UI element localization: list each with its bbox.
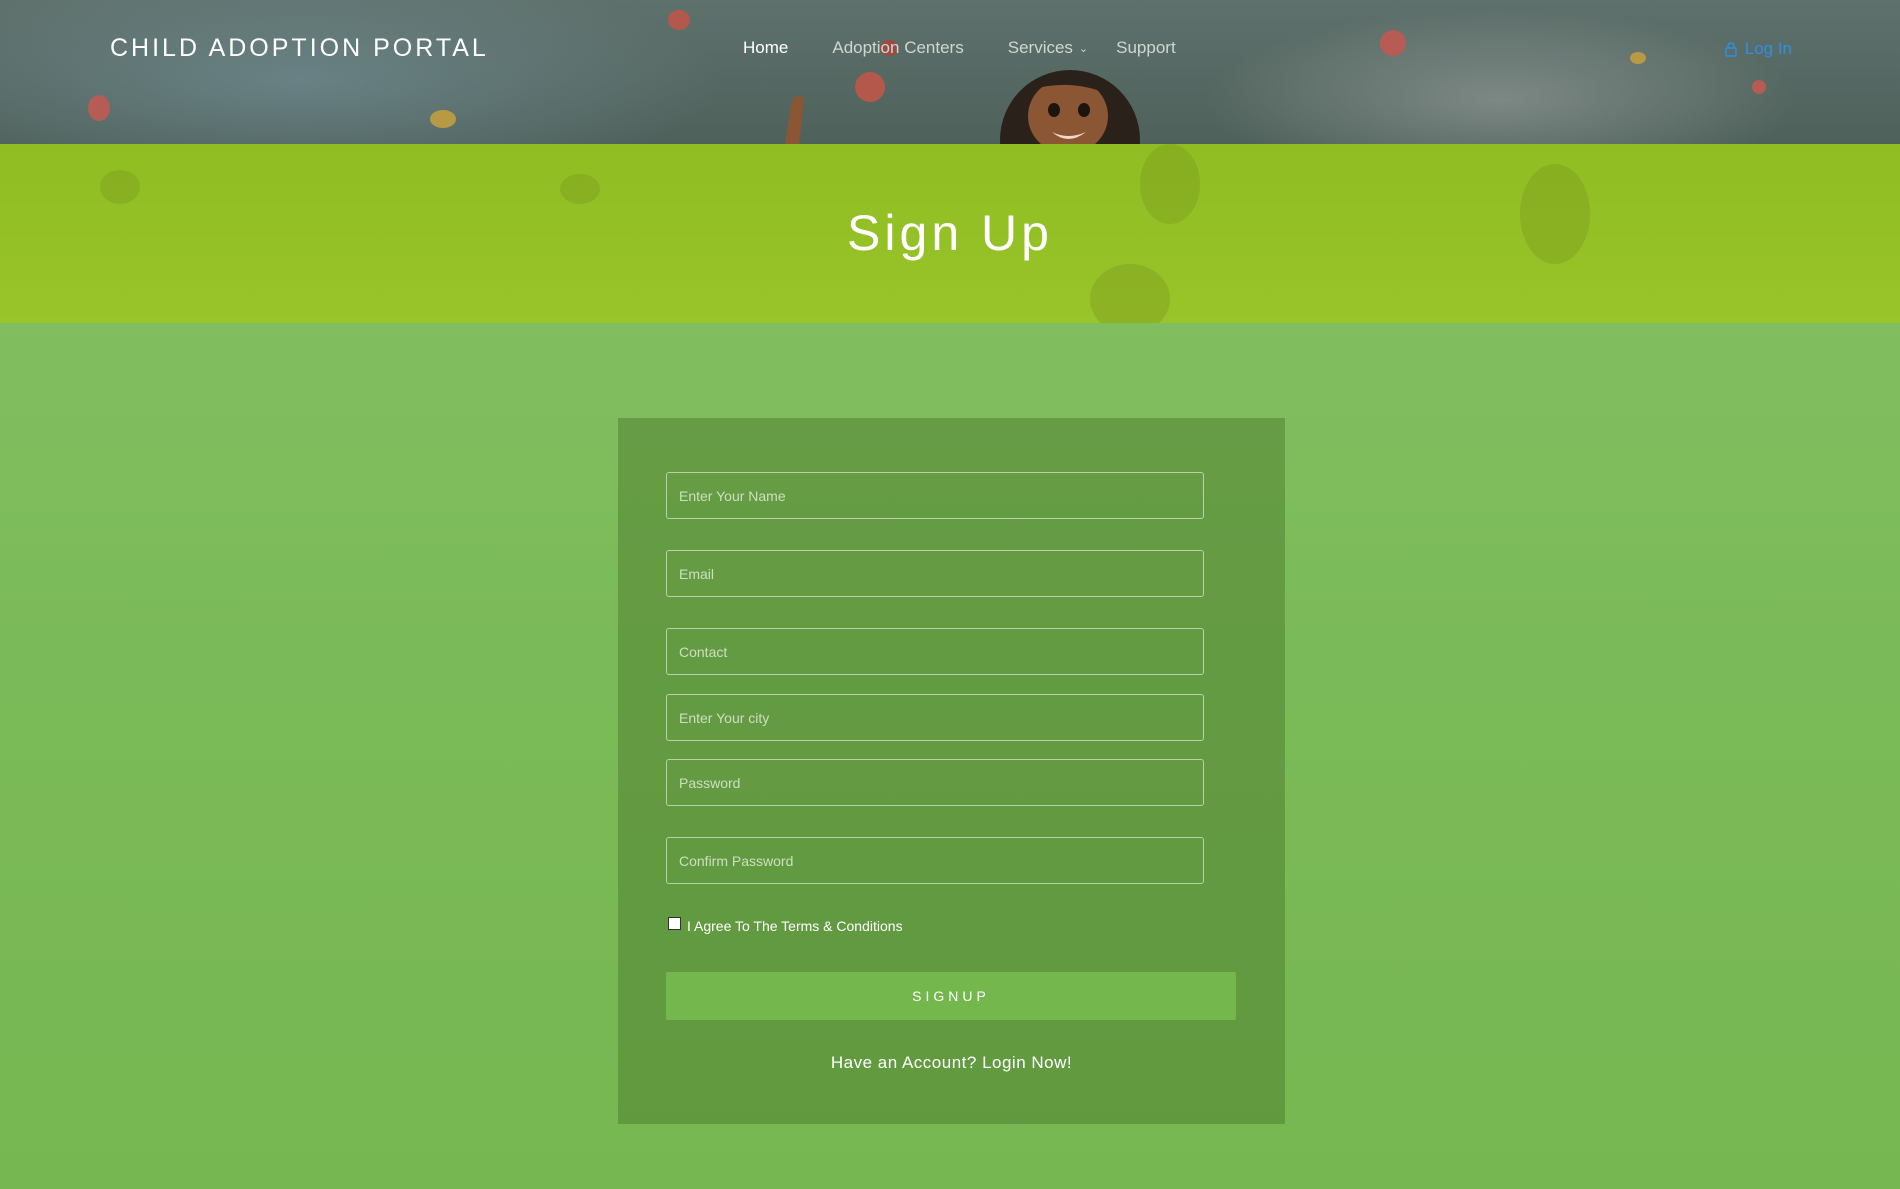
site-header: CHILD ADOPTION PORTAL Home Adoption Cent… bbox=[0, 0, 1900, 144]
signup-button[interactable]: SIGNUP bbox=[666, 972, 1236, 1020]
background-decoration bbox=[668, 10, 690, 30]
login-label: Log In bbox=[1744, 39, 1792, 58]
background-decoration bbox=[88, 95, 110, 121]
login-now-link[interactable]: Have an Account? Login Now! bbox=[618, 1053, 1285, 1073]
password-input[interactable] bbox=[666, 759, 1204, 806]
background-decoration bbox=[1380, 30, 1406, 56]
main-nav: Home Adoption Centers Services ⌄ Support bbox=[743, 38, 1220, 58]
page-title: Sign Up bbox=[847, 205, 1053, 261]
child-illustration bbox=[1000, 70, 1140, 144]
terms-row: I Agree To The Terms & Conditions bbox=[668, 916, 903, 934]
signup-form: I Agree To The Terms & Conditions SIGNUP… bbox=[618, 418, 1285, 1124]
background-decoration bbox=[430, 110, 456, 128]
nav-home[interactable]: Home bbox=[743, 38, 788, 58]
nav-support[interactable]: Support bbox=[1116, 38, 1176, 58]
name-input[interactable] bbox=[666, 472, 1204, 519]
terms-checkbox[interactable] bbox=[668, 916, 681, 930]
background-decoration bbox=[560, 174, 600, 204]
login-link[interactable]: Log In bbox=[1725, 39, 1792, 59]
terms-label: I Agree To The Terms & Conditions bbox=[687, 918, 903, 934]
background-decoration bbox=[1630, 52, 1646, 64]
chevron-down-icon: ⌄ bbox=[1078, 43, 1089, 55]
background-decoration bbox=[100, 170, 140, 204]
background-decoration bbox=[1090, 264, 1170, 323]
raised-hand-illustration bbox=[785, 95, 804, 144]
lock-icon bbox=[1725, 41, 1737, 57]
nav-services-label: Services bbox=[1007, 38, 1073, 57]
city-input[interactable] bbox=[666, 694, 1204, 741]
site-brand[interactable]: CHILD ADOPTION PORTAL bbox=[110, 34, 489, 63]
background-decoration bbox=[1752, 80, 1766, 94]
confirm-password-input[interactable] bbox=[666, 837, 1204, 884]
nav-adoption-centers[interactable]: Adoption Centers bbox=[832, 38, 963, 58]
background-decoration bbox=[855, 72, 885, 102]
page-banner: Sign Up bbox=[0, 144, 1900, 323]
contact-input[interactable] bbox=[666, 628, 1204, 675]
nav-services[interactable]: Services ⌄ bbox=[1008, 38, 1088, 58]
email-input[interactable] bbox=[666, 550, 1204, 597]
